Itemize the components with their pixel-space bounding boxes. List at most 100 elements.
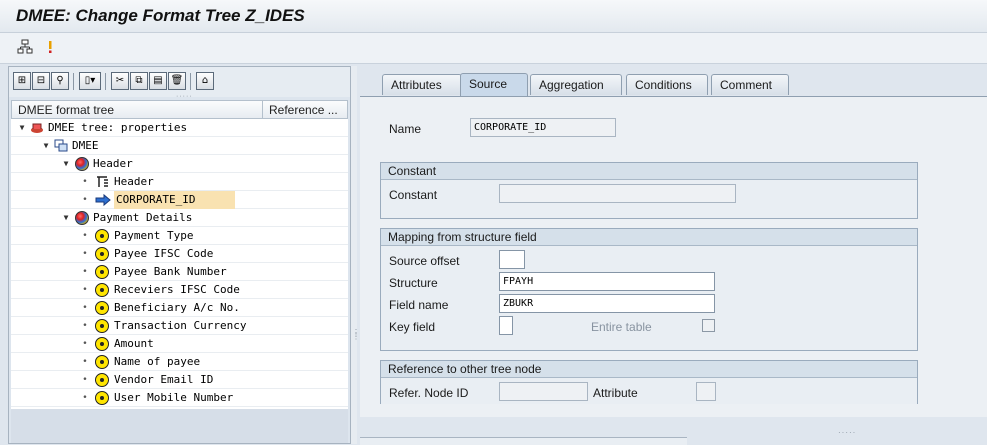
tree-node-header-structure[interactable]: ▼ Header [11, 155, 348, 173]
col-format-tree[interactable]: DMEE format tree [18, 103, 114, 117]
toolbar-separator [190, 73, 191, 90]
tree-node-label: Payment Details [93, 211, 193, 224]
attribute-field[interactable] [696, 382, 716, 401]
field-icon [95, 283, 109, 297]
bullet-icon: • [82, 231, 88, 241]
toolbar-separator [73, 73, 74, 90]
field-name-field[interactable]: ZBUKR [499, 294, 715, 313]
toolbar-separator [105, 73, 106, 90]
entire-table-label: Entire table [591, 320, 652, 334]
create-icon[interactable]: ▯▾ [79, 72, 101, 90]
constant-label: Constant [389, 188, 438, 202]
tree-node-label: Payee IFSC Code [114, 247, 214, 260]
bullet-icon: • [82, 375, 88, 385]
field-icon [95, 391, 109, 405]
mapping-group: Mapping from structure field Source offs… [380, 228, 918, 351]
tab-attributes[interactable]: Attributes [382, 74, 462, 95]
expand-twisty[interactable]: ▼ [41, 137, 51, 155]
hierarchy-nav-icon[interactable]: ⌂ [196, 72, 214, 90]
tab-source[interactable]: Source [460, 73, 528, 96]
find-icon[interactable]: ⚲ [51, 72, 69, 90]
hierarchy-icon[interactable] [17, 39, 33, 55]
pane-splitter[interactable]: ⋮ ⋮ [351, 66, 360, 444]
field-icon [95, 301, 109, 315]
key-field-input[interactable] [499, 316, 513, 335]
tree-node-label: Payment Type [114, 229, 194, 242]
bullet-icon: • [82, 267, 88, 277]
panel-grip[interactable]: ····· [838, 428, 856, 437]
tree-node-label: User Mobile Number [114, 391, 234, 404]
structure-field[interactable]: FPAYH [499, 272, 715, 291]
tab-conditions[interactable]: Conditions [626, 74, 708, 95]
tree-node-field[interactable]: • Payee IFSC Code [11, 245, 348, 263]
tree-node-field[interactable]: • Beneficiary A/c No. [11, 299, 348, 317]
source-offset-field[interactable] [499, 250, 525, 269]
tree-node-label: Name of payee [114, 355, 201, 368]
tree-node-field[interactable]: • Receviers IFSC Code [11, 281, 348, 299]
field-icon [95, 265, 109, 279]
tree-node-field[interactable]: • Payment Type [11, 227, 348, 245]
tree-node-field[interactable]: • Vendor Email ID [11, 371, 348, 389]
field-icon [95, 229, 109, 243]
tree-node-label: Amount [114, 337, 154, 350]
cut-icon[interactable]: ✂ [111, 72, 129, 90]
field-icon [95, 337, 109, 351]
tree-node-field[interactable]: • Transaction Currency [11, 317, 348, 335]
tree-node-label: DMEE tree: properties [48, 121, 188, 134]
expand-twisty[interactable]: ▼ [17, 119, 27, 137]
source-panel: Name CORPORATE_ID Constant Constant Mapp… [360, 96, 987, 417]
structure-icon [75, 211, 89, 225]
name-field: CORPORATE_ID [470, 118, 616, 137]
tree-node-payment-details[interactable]: ▼ Payment Details [11, 209, 348, 227]
refer-node-field[interactable] [499, 382, 588, 401]
name-label: Name [389, 122, 422, 136]
expand-twisty[interactable]: ▼ [61, 209, 71, 227]
toolbar-grip: ····· [176, 93, 193, 100]
column-divider[interactable] [262, 101, 263, 118]
source-offset-label: Source offset [389, 254, 460, 268]
col-reference[interactable]: Reference ... [269, 103, 338, 117]
tree-node-label: Payee Bank Number [114, 265, 227, 278]
refer-node-label: Refer. Node ID [389, 386, 469, 400]
tree-node-dmee[interactable]: ▼ DMEE [11, 137, 348, 155]
reference-group-title: Reference to other tree node [381, 361, 917, 378]
tree-node-field[interactable]: • Payee Bank Number [11, 263, 348, 281]
tree-node-label: Transaction Currency [114, 319, 247, 332]
arrow-right-icon [95, 193, 111, 207]
tree-node-label: Receviers IFSC Code [114, 283, 240, 296]
bullet-icon: • [82, 357, 88, 367]
tree-node-field[interactable]: • User Mobile Number [11, 389, 348, 407]
tree-pane: ⊞ ⊟ ⚲ ▯▾ ✂ ⧉ ▤ 🗑 ⌂ ····· DMEE format tre… [8, 66, 351, 444]
tree-node-field[interactable]: • Name of payee [11, 353, 348, 371]
tab-aggregation[interactable]: Aggregation [530, 74, 622, 95]
structure-icon [75, 157, 89, 171]
copy-icon[interactable]: ⧉ [130, 72, 148, 90]
tree-node-field[interactable]: • Amount [11, 335, 348, 353]
field-icon [95, 373, 109, 387]
constant-field[interactable] [499, 184, 736, 203]
tree-node-label: Header [114, 175, 154, 188]
paste-icon[interactable]: ▤ [149, 72, 167, 90]
bullet-icon: • [82, 195, 88, 205]
tab-comment[interactable]: Comment [711, 74, 789, 95]
tree-node-label: Vendor Email ID [114, 373, 214, 386]
tree-node-corporate-id[interactable]: • CORPORATE_ID [11, 191, 348, 209]
tree-toolbar: ⊞ ⊟ ⚲ ▯▾ ✂ ⧉ ▤ 🗑 ⌂ ····· [9, 67, 350, 100]
application-toolbar [0, 33, 987, 64]
expand-icon[interactable]: ⊞ [13, 72, 31, 90]
format-tree: ▼ DMEE tree: properties ▼ DMEE ▼ Header … [11, 119, 348, 409]
entire-table-checkbox[interactable] [702, 319, 715, 332]
bullet-icon: • [82, 177, 88, 187]
segment-icon [54, 139, 68, 153]
tree-node-properties[interactable]: ▼ DMEE tree: properties [11, 119, 348, 137]
tree-node-label: CORPORATE_ID [114, 191, 236, 209]
bullet-icon: • [82, 321, 88, 331]
delete-icon[interactable]: 🗑 [168, 72, 186, 90]
collapse-icon[interactable]: ⊟ [32, 72, 50, 90]
info-icon[interactable] [42, 39, 58, 55]
tree-empty-area [11, 409, 348, 443]
expand-twisty[interactable]: ▼ [61, 155, 71, 173]
field-icon [95, 355, 109, 369]
bullet-icon: • [82, 303, 88, 313]
tree-node-header-element[interactable]: • Header [11, 173, 348, 191]
